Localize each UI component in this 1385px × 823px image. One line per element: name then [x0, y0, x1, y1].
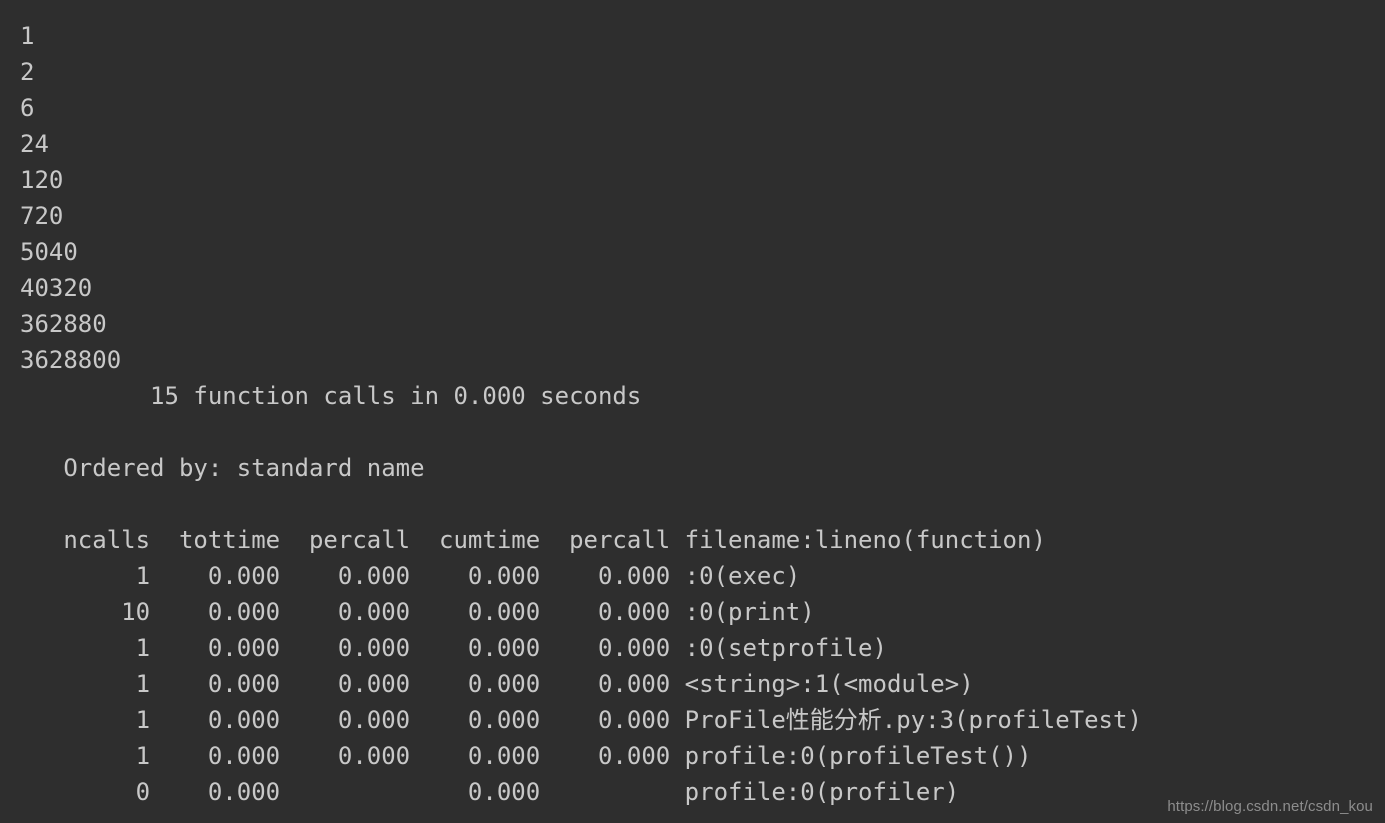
profile-summary-line: 15 function calls in 0.000 seconds — [20, 382, 642, 410]
table-row: 1 0.000 0.000 0.000 0.000 profile:0(prof… — [20, 742, 1032, 770]
output-line: 362880 — [20, 310, 107, 338]
watermark-url: https://blog.csdn.net/csdn_kou — [1167, 798, 1373, 815]
output-line: 720 — [20, 202, 64, 230]
terminal-console[interactable]: 1 2 6 24 120 720 5040 40320 362880 36288… — [0, 0, 1385, 823]
output-line: 2 — [20, 58, 35, 86]
profile-table-header: ncalls tottime percall cumtime percall f… — [20, 526, 1046, 554]
output-line: 40320 — [20, 274, 93, 302]
table-row: 1 0.000 0.000 0.000 0.000 ProFile性能分析.py… — [20, 706, 1142, 734]
profile-ordered-by-line: Ordered by: standard name — [20, 454, 425, 482]
output-line: 120 — [20, 166, 64, 194]
table-row: 1 0.000 0.000 0.000 0.000 :0(exec) — [20, 562, 801, 590]
output-line: 24 — [20, 130, 49, 158]
output-line: 6 — [20, 94, 35, 122]
output-line: 5040 — [20, 238, 78, 266]
table-row: 10 0.000 0.000 0.000 0.000 :0(print) — [20, 598, 815, 626]
table-row: 1 0.000 0.000 0.000 0.000 :0(setprofile) — [20, 634, 887, 662]
output-line: 1 — [20, 22, 35, 50]
table-row: 1 0.000 0.000 0.000 0.000 <string>:1(<mo… — [20, 670, 974, 698]
output-line: 3628800 — [20, 346, 122, 374]
